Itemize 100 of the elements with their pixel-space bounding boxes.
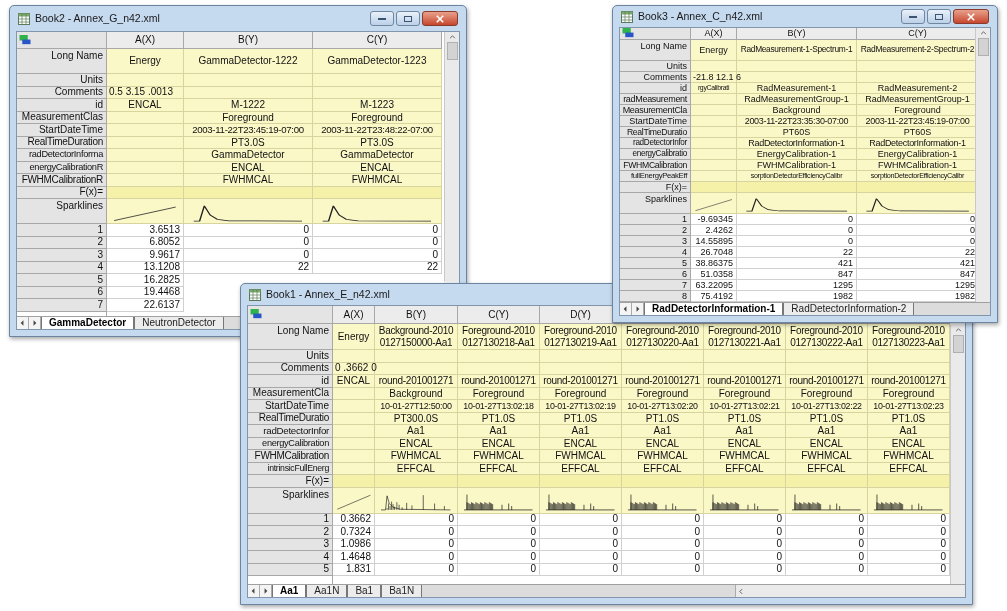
- close-button[interactable]: [422, 11, 458, 26]
- sheet-tab[interactable]: RadDetectorInformation-2: [783, 303, 915, 315]
- scroll-thumb[interactable]: [977, 38, 989, 56]
- row-label: 3: [17, 249, 107, 262]
- horizontal-scrollbar[interactable]: [735, 585, 965, 597]
- sheet-tab[interactable]: Aa1: [272, 585, 307, 597]
- table-cell: Energy: [333, 324, 375, 350]
- table-cell: 1.4648: [333, 551, 375, 564]
- row-label: 1: [620, 214, 691, 225]
- minimize-icon: [378, 17, 386, 20]
- table-cell: 9.9617: [107, 249, 184, 262]
- table-cell: 0: [857, 214, 975, 225]
- table-cell: 0: [375, 551, 458, 564]
- table-cell: 0: [868, 526, 950, 539]
- sheet-tab[interactable]: NeutronDetector: [134, 317, 224, 329]
- table-cell: Aa1: [540, 425, 622, 438]
- column-header[interactable]: B(Y): [787, 29, 806, 38]
- column-header[interactable]: D(Y): [570, 309, 591, 320]
- maximize-button[interactable]: [927, 9, 951, 24]
- table-cell: FWHMCAL: [622, 450, 704, 463]
- table-cell: round-201001271: [540, 375, 622, 388]
- table-cell: GammaDetector-1223: [313, 49, 442, 74]
- window-title: Book2 - Annex_G_n42.xml: [35, 10, 160, 26]
- row-label: 7: [620, 280, 691, 291]
- column-header[interactable]: A(X): [135, 35, 155, 45]
- sheet-tab[interactable]: Aa1N: [306, 585, 348, 597]
- spreadsheet-icon: [249, 288, 261, 301]
- comment-text: 0 .3662 0: [334, 363, 377, 374]
- table-cell: FWHMCAL: [184, 174, 313, 187]
- table-cell: round-201001271: [786, 375, 868, 388]
- table-cell: round-201001271: [704, 375, 786, 388]
- vertical-scrollbar[interactable]: [975, 28, 990, 302]
- comment-text: 0.5 3.15 .0013: [108, 87, 173, 98]
- table-cell: 847: [857, 269, 975, 280]
- table-cell: 0: [622, 551, 704, 564]
- table-cell: 421: [737, 258, 857, 269]
- column-header[interactable]: B(Y): [406, 309, 426, 320]
- tab-prev-icon[interactable]: [620, 303, 632, 315]
- table-cell: Energy: [691, 40, 737, 61]
- table-cell: 0: [458, 526, 540, 539]
- row-label: FWHMCalibration: [248, 450, 333, 463]
- column-header[interactable]: C(Y): [488, 309, 509, 320]
- sheet-tab[interactable]: RadDetectorInformation-1: [644, 303, 784, 315]
- table-cell: Aa1: [868, 425, 950, 438]
- table-cell: 0: [313, 249, 442, 262]
- row-label: F(x)=: [248, 475, 333, 488]
- scroll-thumb[interactable]: [952, 335, 964, 353]
- table-cell: 22: [737, 247, 857, 258]
- column-header[interactable]: B(Y): [238, 35, 258, 45]
- comment-text: -21.8 12.1 6: [692, 72, 742, 82]
- scroll-left-icon[interactable]: [739, 587, 743, 595]
- scroll-thumb[interactable]: [446, 42, 458, 60]
- window-title: Book3 - Annex_C_n42.xml: [638, 8, 763, 24]
- maximize-button[interactable]: [396, 11, 420, 26]
- tab-next-icon[interactable]: [632, 303, 644, 315]
- scroll-up-icon[interactable]: [979, 31, 987, 35]
- table-cell: 10-01-27T13:02:23: [868, 400, 950, 413]
- table-cell: FWHMCAL: [540, 450, 622, 463]
- sheet-tab[interactable]: Ba1N: [381, 585, 423, 597]
- tab-prev-icon[interactable]: [248, 585, 260, 597]
- table-cell: FWHMCAL: [704, 450, 786, 463]
- row-label: Sparklines: [17, 199, 107, 224]
- table-cell: PT60S: [737, 127, 857, 138]
- minimize-button[interactable]: [370, 11, 394, 26]
- table-cell: 10-01-27T12:50:00: [375, 400, 458, 413]
- vertical-scrollbar[interactable]: [950, 325, 965, 584]
- table-cell: 847: [737, 269, 857, 280]
- tab-prev-icon[interactable]: [17, 317, 29, 329]
- vertical-scrollbar[interactable]: [444, 32, 459, 281]
- row-label: Sparklines: [620, 193, 691, 214]
- table-cell: Foreground-2010 0127130222-Aa1: [786, 324, 868, 350]
- table-cell: Aa1: [704, 425, 786, 438]
- sheet-tab[interactable]: GammaDetector: [41, 317, 135, 329]
- scroll-up-icon[interactable]: [954, 328, 962, 332]
- column-header[interactable]: C(Y): [366, 35, 388, 45]
- row-label: 4: [248, 551, 333, 564]
- table-cell: [691, 138, 737, 149]
- minimize-button[interactable]: [901, 9, 925, 24]
- scroll-up-icon[interactable]: [448, 35, 456, 39]
- minimize-icon: [909, 15, 917, 18]
- table-cell: [691, 160, 737, 171]
- row-label: id: [620, 83, 691, 94]
- spreadsheet-icon: [621, 10, 633, 23]
- tab-next-icon[interactable]: [29, 317, 41, 329]
- column-header[interactable]: C(Y): [908, 29, 927, 38]
- table-cell: Energy: [107, 49, 184, 74]
- row-label: 1: [17, 224, 107, 237]
- table-cell: Aa1: [375, 425, 458, 438]
- sheet-tab[interactable]: Ba1: [347, 585, 382, 597]
- table-cell: 0: [313, 224, 442, 237]
- table-cell: [333, 425, 375, 438]
- table-cell: [691, 171, 737, 182]
- close-button[interactable]: [953, 9, 989, 24]
- tab-next-icon[interactable]: [260, 585, 272, 597]
- row-label: 8: [620, 291, 691, 302]
- table-cell: round-201001271: [375, 375, 458, 388]
- table-cell: 0: [857, 236, 975, 247]
- maximize-icon: [935, 13, 943, 20]
- table-cell: 0: [540, 526, 622, 539]
- table-cell: 0: [704, 551, 786, 564]
